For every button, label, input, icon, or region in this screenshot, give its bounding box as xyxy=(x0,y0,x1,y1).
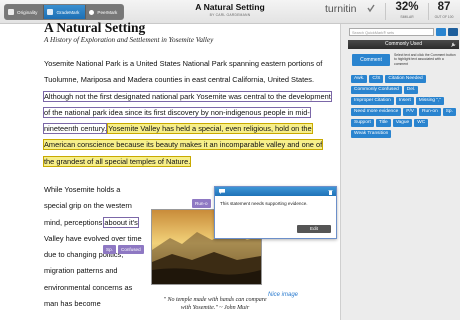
tab-grademark[interactable]: GradeMark xyxy=(43,5,86,19)
edit-comment-button[interactable]: Edit xyxy=(297,225,331,233)
tab-originality[interactable]: Originality xyxy=(5,5,43,19)
comment-popup-header xyxy=(215,187,336,196)
comment-help-text: Select text and click the Comment button… xyxy=(394,53,456,66)
text-comment-icon[interactable] xyxy=(448,28,458,36)
comment-button[interactable]: Comment xyxy=(352,54,390,66)
photo-caption: " No temple made with hands can compare … xyxy=(163,297,267,311)
quickmark-commonly-confused[interactable]: Commonly Confused xyxy=(351,86,402,94)
trash-icon[interactable] xyxy=(328,189,333,195)
grade-score[interactable]: 87 xyxy=(432,1,456,13)
commonly-used-header[interactable]: Commonly Used xyxy=(348,40,459,49)
similarity-score[interactable]: 32% xyxy=(392,1,422,13)
document-title: A Natural Setting xyxy=(195,2,265,12)
quickmark-confused-chip[interactable]: Confused xyxy=(118,245,144,254)
wrench-icon[interactable] xyxy=(451,42,456,47)
quickmark-sp[interactable]: Sp. xyxy=(442,108,456,116)
quickmark-missing-comma[interactable]: Missing "," xyxy=(415,97,445,105)
quickmark-insert[interactable]: Insert xyxy=(395,97,414,105)
quickmark-support[interactable]: Support xyxy=(351,119,374,127)
quickmark-cs[interactable]: C/S xyxy=(369,75,384,83)
paragraph-text: Yosemite National Park is a United State… xyxy=(44,59,323,85)
quickmark-sidebar xyxy=(340,24,460,320)
quickmark-list: Awk. C/S Citation Needed Commonly Confus… xyxy=(351,75,457,138)
quickmark-vague[interactable]: Vague xyxy=(392,119,413,127)
quickmark-title[interactable]: Title xyxy=(375,119,391,127)
paper-subheading: A History of Exploration and Settlement … xyxy=(44,36,214,44)
comment-popup: This statement needs supporting evidence… xyxy=(214,186,337,239)
comment-button-label: Comment xyxy=(360,57,382,63)
search-icon[interactable] xyxy=(436,28,446,36)
comment-text[interactable]: This statement needs supporting evidence… xyxy=(215,196,336,211)
quickmark-run-on[interactable]: Run-on xyxy=(419,108,441,116)
document-author: BY CARL GARDEMANN xyxy=(209,13,251,17)
quickmark-awk[interactable]: Awk. xyxy=(351,75,368,83)
quickmark-improper-citation[interactable]: Improper Citation xyxy=(351,97,394,105)
tab-label: PeerMark xyxy=(97,9,118,15)
paragraph-1: Yosemite National Park is a United State… xyxy=(42,56,334,170)
quickmark-search-input[interactable]: Search QuickMark® sets xyxy=(349,28,434,36)
grade-label: OUT OF 100 xyxy=(434,15,454,19)
quickmark-weak-transition[interactable]: Weak Transition xyxy=(351,130,392,138)
divider xyxy=(428,3,429,20)
quickmark-pv[interactable]: P/V xyxy=(403,108,417,116)
quickmark-need-more-evidence[interactable]: Need more evidence xyxy=(351,108,402,116)
grademark-icon xyxy=(47,9,54,15)
similarity-label: SIMILAR xyxy=(400,15,414,19)
quickmark-runon-chip[interactable]: Run-o xyxy=(192,199,211,208)
marked-error-text[interactable]: aboout it's xyxy=(103,216,139,228)
view-tabs: Originality GradeMark PeerMark xyxy=(4,4,125,20)
paper-heading: A Natural Setting xyxy=(44,20,146,35)
comment-bubble-icon xyxy=(219,189,225,194)
peermark-icon xyxy=(89,9,95,15)
quickmark-wc[interactable]: WC xyxy=(414,119,429,127)
turnitin-logo: turnitin xyxy=(325,3,357,15)
tab-label: GradeMark xyxy=(56,9,80,15)
originality-icon xyxy=(8,9,14,15)
divider xyxy=(385,3,386,20)
quickmark-del[interactable]: Del. xyxy=(403,86,419,94)
tab-label: Originality xyxy=(17,9,38,15)
quickmark-sp-chip[interactable]: Sp. xyxy=(103,245,116,254)
tab-peermark[interactable]: PeerMark xyxy=(85,5,123,19)
inline-comment-nice-image[interactable]: Nice image xyxy=(268,292,298,298)
turnitin-logo-icon xyxy=(367,4,375,13)
quickmark-citation-needed[interactable]: Citation Needed xyxy=(385,75,426,83)
